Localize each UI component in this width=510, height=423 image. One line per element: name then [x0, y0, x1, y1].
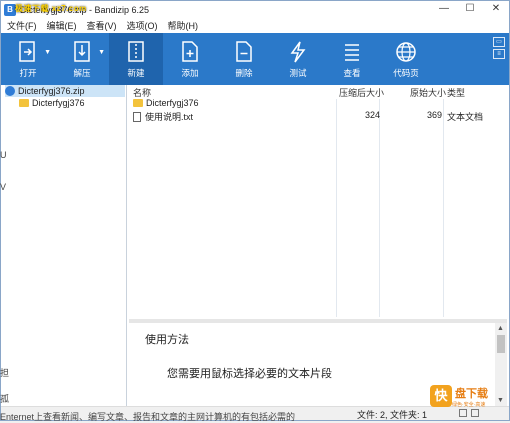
menu-file[interactable]: 文件(F)	[7, 19, 37, 32]
background-text: Enternet上查看新闻、编写文章、报告和文章的主网计算机的有包括必需的	[0, 412, 296, 422]
tree-item-label: Dicterfygj376.zip	[18, 86, 85, 96]
preview-text: 您需要用鼠标选择必要的文本片段	[167, 368, 332, 380]
add-button[interactable]: 添加	[163, 33, 217, 85]
column-divider	[379, 99, 380, 317]
codepage-button[interactable]: 代码页	[379, 33, 433, 85]
delete-label: 删除	[235, 68, 253, 78]
toolbar-layout-controls: ▭ ≡	[493, 37, 505, 59]
status-layout-buttons	[459, 409, 479, 417]
open-button[interactable]: 打开 ▼	[1, 33, 55, 85]
scroll-thumb[interactable]	[497, 335, 505, 353]
toolbar: 打开 ▼ 解压 ▼ 新建 添加 删除 测试 查看 代码页 ▭ ≡	[1, 33, 509, 85]
watermark-sub: 绿色·安全·高速	[452, 401, 486, 408]
column-divider	[443, 99, 444, 317]
archive-tree: Dicterfygj376.zip Dicterfygj376	[5, 85, 127, 406]
list-item[interactable]: 使用说明.txt 324 369 文本文档	[129, 110, 507, 122]
app-window: B Dicterfygj376.zip - Bandizip 6.25 极速下载…	[0, 0, 510, 421]
test-button[interactable]: 测试	[271, 33, 325, 85]
new-button[interactable]: 新建	[109, 33, 163, 85]
add-file-icon	[182, 41, 198, 62]
new-label: 新建	[127, 68, 145, 78]
lightning-icon	[290, 41, 306, 63]
column-divider	[336, 99, 337, 317]
view-button[interactable]: 查看	[325, 33, 379, 85]
zip-archive-icon	[5, 86, 15, 96]
layout-toggle-icon[interactable]: ▭	[493, 37, 505, 47]
minimize-button[interactable]: —	[431, 1, 457, 18]
extract-button[interactable]: 解压 ▼	[55, 33, 109, 85]
close-button[interactable]: ✕	[483, 1, 509, 18]
menu-bar: 文件(F) 编辑(E) 查看(V) 选项(O) 帮助(H)	[1, 18, 509, 33]
codepage-label: 代码页	[393, 68, 419, 78]
menu-options[interactable]: 选项(O)	[127, 19, 158, 32]
watermark-overlay-text: 极速下载 xz7.com	[15, 4, 87, 13]
title-bar: B Dicterfygj376.zip - Bandizip 6.25 极速下载…	[1, 1, 509, 18]
add-label: 添加	[181, 68, 199, 78]
new-archive-icon	[128, 41, 144, 62]
background-text: 孤	[0, 394, 10, 404]
tree-item-root[interactable]: Dicterfygj376.zip	[5, 85, 125, 97]
watermark: 快 盘下载 绿色·安全·高速	[430, 384, 500, 408]
preview-title: 使用方法	[145, 334, 189, 346]
maximize-button[interactable]: ☐	[457, 1, 483, 18]
file-list: 名称 压缩后大小 原始大小 类型 Dicterfygj376 使用说明.txt …	[129, 85, 507, 319]
menu-edit[interactable]: 编辑(E)	[47, 19, 77, 32]
menu-toggle-icon[interactable]: ≡	[493, 49, 505, 59]
layout-icon[interactable]	[471, 409, 479, 417]
menu-help[interactable]: 帮助(H)	[168, 19, 199, 32]
extract-label: 解压	[73, 68, 91, 78]
tree-item-label: Dicterfygj376	[32, 98, 85, 108]
list-item[interactable]: Dicterfygj376	[129, 98, 507, 110]
layout-icon[interactable]	[459, 409, 467, 417]
list-item-name: 使用说明.txt	[145, 112, 194, 122]
scroll-up-icon[interactable]: ▲	[497, 325, 504, 332]
delete-file-icon	[236, 41, 252, 62]
view-label: 查看	[343, 68, 361, 78]
extract-icon	[74, 41, 90, 62]
delete-button[interactable]: 删除	[217, 33, 271, 85]
open-icon	[19, 41, 35, 62]
background-text: V	[0, 182, 7, 192]
watermark-logo: 快	[430, 385, 452, 407]
menu-view[interactable]: 查看(V)	[87, 19, 117, 32]
background-text: 担	[0, 368, 10, 378]
list-view-icon	[345, 44, 359, 61]
list-item-name: Dicterfygj376	[146, 98, 199, 108]
test-label: 测试	[289, 68, 307, 78]
folder-icon	[19, 99, 29, 107]
watermark-name: 盘下载	[455, 387, 488, 400]
list-header: 名称 压缩后大小 原始大小 类型	[129, 85, 507, 98]
list-item-type: 文本文档	[447, 112, 484, 122]
chevron-down-icon[interactable]: ▼	[98, 49, 105, 56]
background-text: U	[0, 150, 7, 160]
list-item-packed: 324	[365, 110, 381, 120]
tree-item-folder[interactable]: Dicterfygj376	[19, 97, 85, 109]
open-label: 打开	[19, 68, 37, 78]
folder-icon	[133, 99, 143, 107]
window-controls: — ☐ ✕	[431, 1, 509, 18]
chevron-down-icon[interactable]: ▼	[44, 49, 51, 56]
text-file-icon	[133, 111, 141, 122]
list-item-size: 369	[427, 110, 443, 120]
globe-icon	[396, 42, 416, 62]
